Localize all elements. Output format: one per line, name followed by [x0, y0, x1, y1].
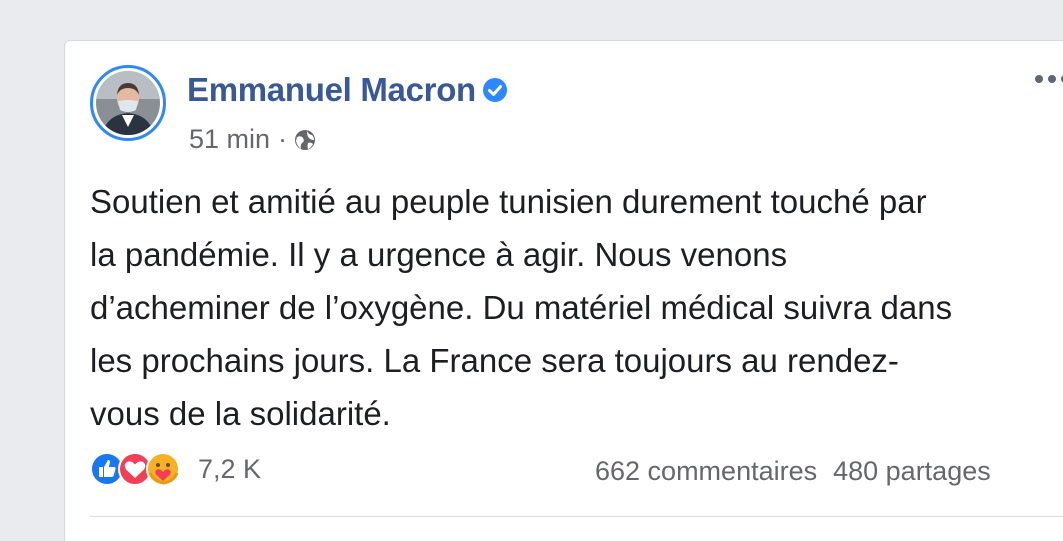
reactions-summary[interactable]: 7,2 K: [90, 451, 261, 487]
post-text-line: vous de la solidarité.: [90, 395, 391, 432]
top-background: [0, 0, 1063, 40]
more-options-button[interactable]: [1035, 75, 1063, 83]
post-text-line: Soutien et amitié au peuple tunisien dur…: [90, 183, 927, 220]
reaction-count[interactable]: 7,2 K: [198, 454, 261, 485]
author-name-row[interactable]: Emmanuel Macron: [187, 71, 508, 109]
post-meta: 51 min ·: [189, 124, 317, 155]
post-text-line: les prochains jours. La France sera touj…: [90, 342, 899, 379]
verified-badge-icon: [482, 78, 507, 102]
post-text: Soutien et amitié au peuple tunisien dur…: [90, 175, 1060, 440]
reaction-icons: [90, 452, 180, 486]
divider: [90, 516, 1063, 517]
shares-count[interactable]: 480 partages: [833, 456, 991, 487]
meta-separator: ·: [278, 124, 288, 154]
post-card: Emmanuel Macron 51 min · Soutien et amit…: [64, 40, 1063, 541]
comments-count[interactable]: 662 commentaires: [595, 456, 817, 487]
more-dot-icon: [1035, 75, 1043, 83]
post-timestamp[interactable]: 51 min: [189, 124, 270, 155]
care-icon: [146, 452, 180, 486]
more-dot-icon: [1048, 75, 1056, 83]
avatar-photo: [96, 71, 160, 135]
post-text-line: la pandémie. Il y a urgence à agir. Nous…: [90, 236, 788, 273]
globe-icon[interactable]: [293, 128, 317, 152]
post-stats: 662 commentaires 480 partages: [595, 456, 991, 487]
avatar[interactable]: [90, 65, 166, 141]
post-text-line: d’acheminer de l’oxygène. Du matériel mé…: [90, 289, 953, 326]
author-name[interactable]: Emmanuel Macron: [187, 71, 476, 109]
